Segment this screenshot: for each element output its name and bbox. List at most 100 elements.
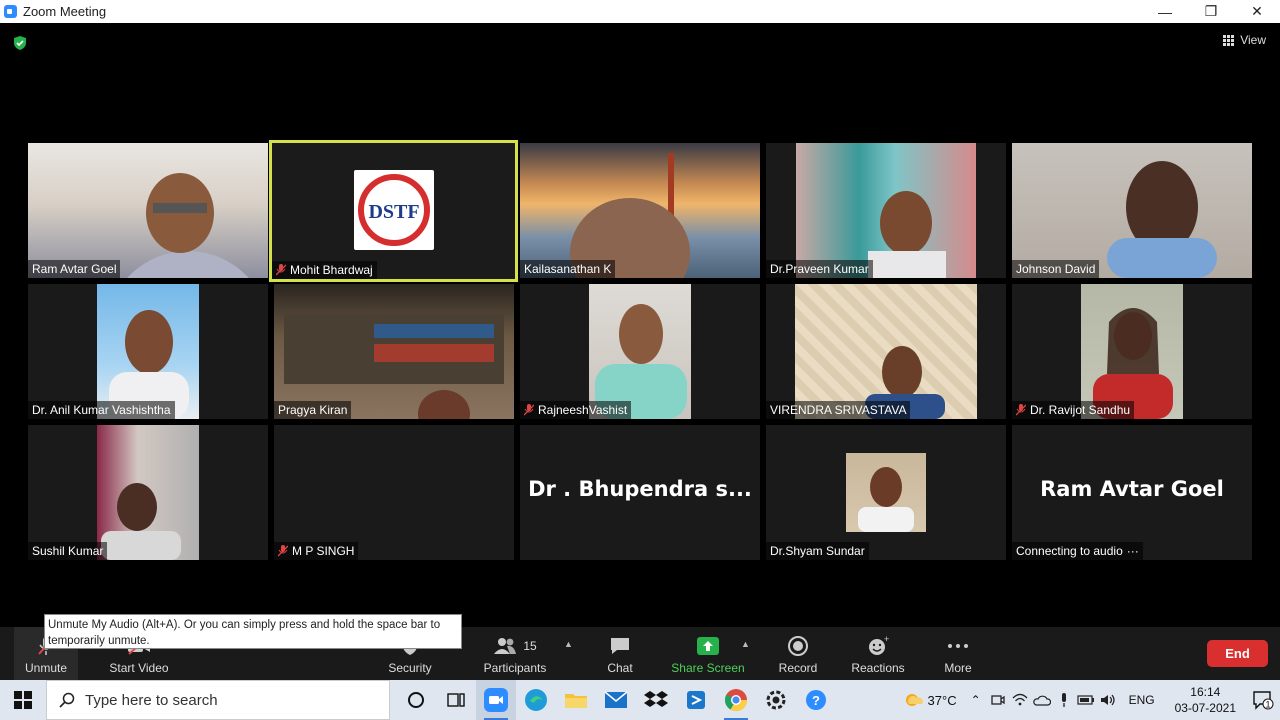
- participant-name-label: Johnson David: [1012, 260, 1100, 278]
- chrome-browser-icon[interactable]: [716, 680, 756, 720]
- share-screen-icon: [696, 635, 720, 657]
- grid-view-icon: [1223, 34, 1235, 46]
- participant-name-label: RajneeshVashist: [520, 401, 632, 419]
- record-button[interactable]: Record: [775, 627, 821, 680]
- close-button[interactable]: ✕: [1234, 0, 1280, 23]
- participant-video: [1012, 143, 1252, 278]
- window-title: Zoom Meeting: [23, 4, 107, 19]
- view-button[interactable]: View: [1223, 33, 1266, 47]
- participant-name-label: Dr. Ravijot Sandhu: [1012, 401, 1135, 419]
- weather-sun-icon[interactable]: [902, 680, 924, 720]
- connecting-audio-status: Connecting to audio ···: [1012, 542, 1143, 560]
- restore-button[interactable]: ❐: [1188, 0, 1234, 23]
- video-tile-mohit-bhardwaj[interactable]: DSTF Mohit Bhardwaj: [269, 140, 518, 282]
- encryption-shield-icon[interactable]: [12, 35, 28, 51]
- onedrive-cloud-icon[interactable]: [1031, 680, 1053, 720]
- video-tile-johnson-david[interactable]: Johnson David: [1012, 143, 1252, 278]
- temperature-text[interactable]: 37°C: [928, 693, 957, 708]
- connecting-dots: ···: [1126, 544, 1139, 558]
- dropbox-icon[interactable]: [636, 680, 676, 720]
- minimize-button[interactable]: —: [1142, 0, 1188, 23]
- settings-gear-icon[interactable]: [756, 680, 796, 720]
- cortana-icon[interactable]: [396, 680, 436, 720]
- participants-button[interactable]: 15 Participants: [478, 627, 552, 680]
- muted-mic-icon: [276, 264, 286, 276]
- windows-logo-icon: [14, 691, 32, 709]
- video-tile-anil-kumar-vashishtha[interactable]: Dr. Anil Kumar Vashishtha: [28, 284, 268, 419]
- video-tile-ram-avtar-goel[interactable]: Ram Avtar Goel: [28, 143, 268, 278]
- system-tray: 37°C ⌃ ENG 16:14 03-07-2021 1: [902, 680, 1280, 720]
- reactions-button[interactable]: + Reactions: [848, 627, 908, 680]
- clock-date: 03-07-2021: [1174, 701, 1236, 715]
- more-dots-icon: [946, 635, 970, 657]
- profile-picture: [846, 453, 926, 532]
- mail-icon[interactable]: [596, 680, 636, 720]
- input-language-indicator[interactable]: ENG: [1129, 693, 1155, 707]
- wifi-icon[interactable]: [1009, 680, 1031, 720]
- participants-count: 15: [523, 639, 537, 653]
- muted-mic-icon: [1016, 404, 1026, 416]
- visual-studio-code-icon[interactable]: [676, 680, 716, 720]
- edge-browser-icon[interactable]: [516, 680, 556, 720]
- windows-start-button[interactable]: [0, 680, 46, 720]
- task-view-icon[interactable]: [436, 680, 476, 720]
- meeting-area: View Ram Avtar Goel DSTF Mohit Bhardwaj …: [0, 23, 1280, 627]
- action-center-notification-icon[interactable]: 1: [1246, 680, 1280, 720]
- video-tile-bhupendra[interactable]: Dr . Bhupendra s...: [520, 425, 760, 560]
- smiley-face-icon: +: [866, 635, 890, 657]
- file-explorer-icon[interactable]: [556, 680, 596, 720]
- video-tile-rajneesh-vashist[interactable]: RajneeshVashist: [520, 284, 760, 419]
- svg-text:?: ?: [812, 693, 820, 708]
- share-screen-caret-icon[interactable]: ▲: [741, 639, 750, 649]
- clock-time: 16:14: [1190, 685, 1221, 699]
- participant-display-name: Ram Avtar Goel: [1040, 477, 1224, 501]
- participant-name-label: Dr.Shyam Sundar: [766, 542, 869, 560]
- show-hidden-icons-chevron-icon[interactable]: ⌃: [965, 680, 987, 720]
- end-meeting-button[interactable]: End: [1207, 640, 1268, 667]
- video-tile-ravijot-sandhu[interactable]: Dr. Ravijot Sandhu: [1012, 284, 1252, 419]
- video-tile-praveen-kumar[interactable]: Dr.Praveen Kumar: [766, 143, 1006, 278]
- participant-display-name: Dr . Bhupendra s...: [528, 477, 752, 501]
- video-tile-pragya-kiran[interactable]: Pragya Kiran: [274, 284, 514, 419]
- participant-video: [28, 143, 268, 278]
- muted-mic-icon: [524, 404, 534, 416]
- participant-video: [589, 284, 691, 419]
- battery-icon[interactable]: [1075, 680, 1097, 720]
- chat-button[interactable]: Chat: [600, 627, 640, 680]
- help-icon[interactable]: ?: [796, 680, 836, 720]
- logo-text: DSTF: [368, 201, 419, 223]
- record-icon: [786, 635, 810, 657]
- share-screen-button[interactable]: Share Screen: [670, 627, 746, 680]
- video-tile-ram-avtar-goel-audio[interactable]: Ram Avtar Goel Connecting to audio ···: [1012, 425, 1252, 560]
- chat-bubble-icon: [608, 635, 632, 657]
- muted-mic-icon: [278, 545, 288, 557]
- participant-name-label: Kailasanathan K: [520, 260, 616, 278]
- title-bar: Zoom Meeting — ❐ ✕: [0, 0, 1280, 23]
- zoom-taskbar-icon[interactable]: [476, 680, 516, 720]
- participants-icon: 15: [490, 635, 540, 657]
- participant-video: [1081, 284, 1183, 419]
- participant-video: [274, 284, 514, 419]
- zoom-app-icon: [4, 5, 17, 18]
- microphone-tray-icon[interactable]: [1053, 680, 1075, 720]
- participant-name-label: Dr. Anil Kumar Vashishtha: [28, 401, 175, 419]
- video-tile-shyam-sundar[interactable]: Dr.Shyam Sundar: [766, 425, 1006, 560]
- participant-video: [97, 284, 199, 419]
- video-tile-sushil-kumar[interactable]: Sushil Kumar: [28, 425, 268, 560]
- dstf-logo: DSTF: [354, 170, 434, 250]
- meet-now-icon[interactable]: [987, 680, 1009, 720]
- more-button[interactable]: More: [938, 627, 978, 680]
- video-tile-virendra-srivastava[interactable]: VIRENDRA SRIVASTAVA: [766, 284, 1006, 419]
- participant-name-label: M P SINGH: [274, 542, 359, 560]
- participant-video: [520, 143, 760, 278]
- participants-caret-icon[interactable]: ▲: [564, 639, 573, 649]
- video-tile-kailasanathan-k[interactable]: Kailasanathan K: [520, 143, 760, 278]
- participant-name-label: Pragya Kiran: [274, 401, 352, 419]
- taskbar-clock[interactable]: 16:14 03-07-2021: [1175, 684, 1236, 716]
- video-tile-m-p-singh[interactable]: M P SINGH: [274, 425, 514, 560]
- participant-name-label: Sushil Kumar: [28, 542, 108, 560]
- search-icon: [59, 692, 75, 708]
- taskbar-search-box[interactable]: Type here to search: [46, 680, 390, 720]
- volume-speaker-icon[interactable]: [1097, 680, 1119, 720]
- participant-name-label: Ram Avtar Goel: [28, 260, 121, 278]
